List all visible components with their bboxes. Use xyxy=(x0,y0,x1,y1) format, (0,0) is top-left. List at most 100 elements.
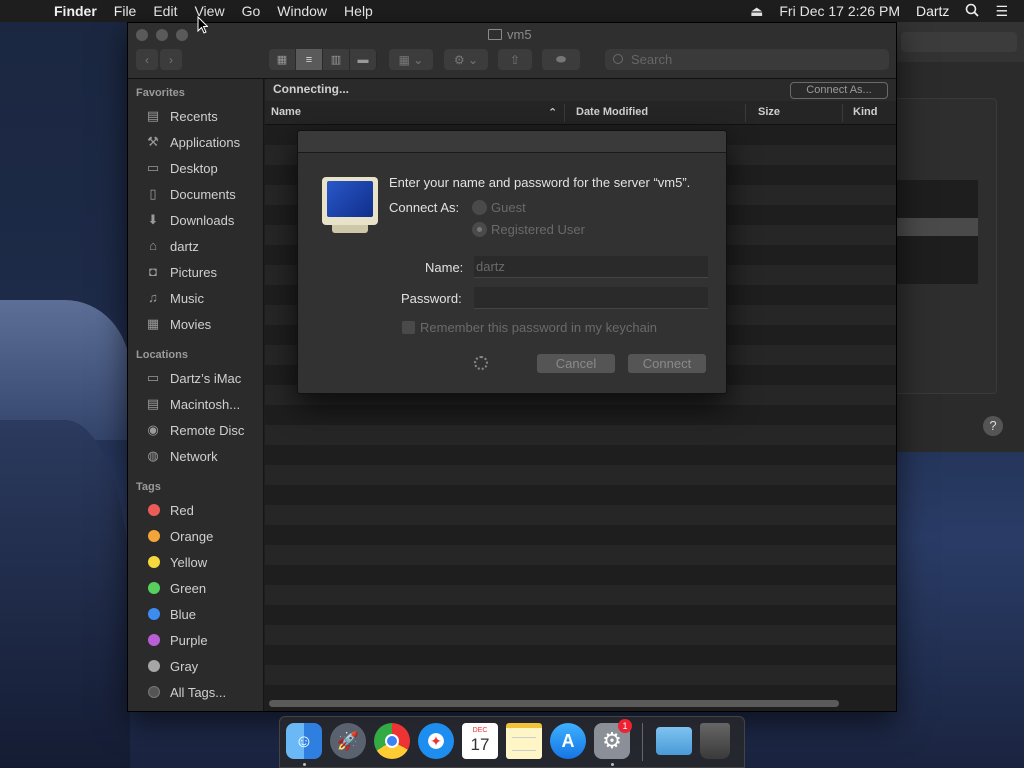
sidebar-item-network[interactable]: ◍ Network xyxy=(144,446,218,466)
connect-button[interactable]: Connect xyxy=(628,354,706,373)
sidebar-item-label: Macintosh... xyxy=(170,396,241,412)
running-indicator xyxy=(303,763,306,766)
sidebar-item-macintosh[interactable]: ▤ Macintosh... xyxy=(144,394,240,414)
movies-icon: ▦ xyxy=(146,316,160,331)
clock[interactable]: Fri Dec 17 2:26 PM xyxy=(779,3,900,19)
tags-header: Tags xyxy=(136,481,161,493)
sidebar-item-desktop[interactable]: ▭ Desktop xyxy=(144,158,218,178)
trash-dock-icon[interactable] xyxy=(700,723,730,759)
finder-toolbar: vm5 ‹ › ▦ ≡ ▥ ▬ ▦ ⌄ ⚙ ⌄ ⇧ ⬬ Search xyxy=(128,23,896,79)
remember-password-checkbox[interactable]: Remember this password in my keychain xyxy=(402,320,657,335)
mouse-cursor-icon xyxy=(197,16,208,34)
chrome-center-icon xyxy=(385,734,399,748)
icon-view-icon[interactable]: ▦ xyxy=(269,49,296,70)
window-title-text: vm5 xyxy=(507,27,532,42)
downloads-folder-dock-icon[interactable] xyxy=(656,727,692,755)
sidebar-item-music[interactable]: ♫ Music xyxy=(144,288,204,308)
horizontal-scrollbar[interactable] xyxy=(269,700,839,707)
sidebar-tag-gray[interactable]: Gray xyxy=(144,656,198,676)
sidebar-item-remote-disc[interactable]: ◉ Remote Disc xyxy=(144,420,244,440)
calendar-dock-icon[interactable]: DEC 17 xyxy=(462,723,498,759)
registered-user-label: Registered User xyxy=(491,222,585,237)
column-view-icon[interactable]: ▥ xyxy=(323,49,350,70)
menu-app-finder[interactable]: Finder xyxy=(54,3,97,19)
music-icon: ♫ xyxy=(148,290,158,305)
calendar-day: 17 xyxy=(470,735,490,754)
server-login-dialog: Enter your name and password for the ser… xyxy=(297,130,727,394)
sidebar-tag-orange[interactable]: Orange xyxy=(144,526,213,546)
launchpad-dock-icon[interactable]: 🚀 xyxy=(330,723,366,759)
sidebar-item-label: All Tags... xyxy=(170,684,227,700)
gallery-view-icon[interactable]: ▬ xyxy=(350,49,377,70)
column-date-modified[interactable]: Date Modified xyxy=(576,106,648,118)
guest-label: Guest xyxy=(491,200,526,215)
connect-as-button[interactable]: Connect As... xyxy=(790,82,888,99)
cancel-button[interactable]: Cancel xyxy=(537,354,615,373)
password-label: Password: xyxy=(401,291,462,306)
menu-window[interactable]: Window xyxy=(277,3,327,19)
sidebar-item-recents[interactable]: ▤ Recents xyxy=(144,106,218,126)
app-store-dock-icon[interactable]: A xyxy=(550,723,586,759)
sidebar-item-documents[interactable]: ▯ Documents xyxy=(144,184,235,204)
zoom-window-button[interactable] xyxy=(176,29,188,41)
forward-button[interactable]: › xyxy=(160,49,182,70)
share-icon[interactable]: ⇧ xyxy=(498,49,532,70)
guest-radio[interactable]: Guest xyxy=(472,200,526,215)
back-button[interactable]: ‹ xyxy=(136,49,158,70)
sidebar-tag-all[interactable]: All Tags... xyxy=(144,682,226,702)
tag-gray-dot-icon xyxy=(148,660,160,672)
notes-dock-icon[interactable] xyxy=(506,723,542,759)
tag-purple-dot-icon xyxy=(148,634,160,646)
minimize-window-button[interactable] xyxy=(156,29,168,41)
desktop-icon: ▭ xyxy=(146,160,160,175)
safari-dock-icon[interactable]: ✦ xyxy=(418,723,454,759)
dock: ☺ 🚀 ✦ DEC 17 A ⚙ 1 xyxy=(279,716,745,768)
sidebar-item-movies[interactable]: ▦ Movies xyxy=(144,314,211,334)
menu-go[interactable]: Go xyxy=(242,3,261,19)
column-separator[interactable] xyxy=(842,104,843,122)
column-name[interactable]: Name xyxy=(271,106,301,118)
name-label: Name: xyxy=(425,260,464,275)
close-window-button[interactable] xyxy=(136,29,148,41)
sidebar-item-applications[interactable]: ⚒ Applications xyxy=(144,132,240,152)
column-separator[interactable] xyxy=(564,104,565,122)
sidebar-tag-green[interactable]: Green xyxy=(144,578,206,598)
finder-dock-icon[interactable]: ☺ xyxy=(286,723,322,759)
registered-user-radio[interactable]: Registered User xyxy=(472,222,585,237)
running-indicator xyxy=(611,763,614,766)
dock-separator xyxy=(642,723,643,761)
user-menu[interactable]: Dartz xyxy=(916,3,949,19)
search-input[interactable]: Search xyxy=(605,49,889,70)
chrome-dock-icon[interactable] xyxy=(374,723,410,759)
password-field[interactable] xyxy=(474,287,708,309)
help-button[interactable]: ? xyxy=(983,416,1003,436)
connection-status-bar: Connecting... Connect As... xyxy=(265,79,896,101)
sidebar-item-downloads[interactable]: ⬇ Downloads xyxy=(144,210,235,230)
column-kind[interactable]: Kind xyxy=(853,106,877,118)
sidebar-item-label: Green xyxy=(170,580,207,596)
eject-icon[interactable]: ⏏ xyxy=(750,3,763,20)
sidebar-tag-yellow[interactable]: Yellow xyxy=(144,552,207,572)
action-gear-icon[interactable]: ⚙ ⌄ xyxy=(444,49,488,70)
notification-center-icon[interactable]: ☰ xyxy=(995,3,1008,20)
list-view-icon[interactable]: ≡ xyxy=(296,49,323,70)
sidebar-item-label: Network xyxy=(170,448,218,464)
sidebar-item-pictures[interactable]: ◘ Pictures xyxy=(144,262,217,282)
sidebar-item-label: Dartz’s iMac xyxy=(170,370,242,386)
background-window-row-selected xyxy=(897,218,978,236)
menu-help[interactable]: Help xyxy=(344,3,373,19)
sidebar-item-imac[interactable]: ▭ Dartz’s iMac xyxy=(144,368,241,388)
name-field[interactable]: dartz xyxy=(474,256,708,278)
sidebar-tag-purple[interactable]: Purple xyxy=(144,630,208,650)
column-separator[interactable] xyxy=(745,104,746,122)
sidebar-tag-blue[interactable]: Blue xyxy=(144,604,196,624)
sidebar-item-home[interactable]: ⌂ dartz xyxy=(144,236,199,256)
group-by-button[interactable]: ▦ ⌄ xyxy=(389,49,433,70)
sidebar-tag-red[interactable]: Red xyxy=(144,500,194,520)
menu-edit[interactable]: Edit xyxy=(153,3,177,19)
menu-file[interactable]: File xyxy=(114,3,137,19)
sort-ascending-icon[interactable]: ⌃ xyxy=(548,106,557,119)
spotlight-search-icon[interactable] xyxy=(965,3,980,20)
column-size[interactable]: Size xyxy=(758,106,780,118)
tag-icon[interactable]: ⬬ xyxy=(542,49,580,70)
